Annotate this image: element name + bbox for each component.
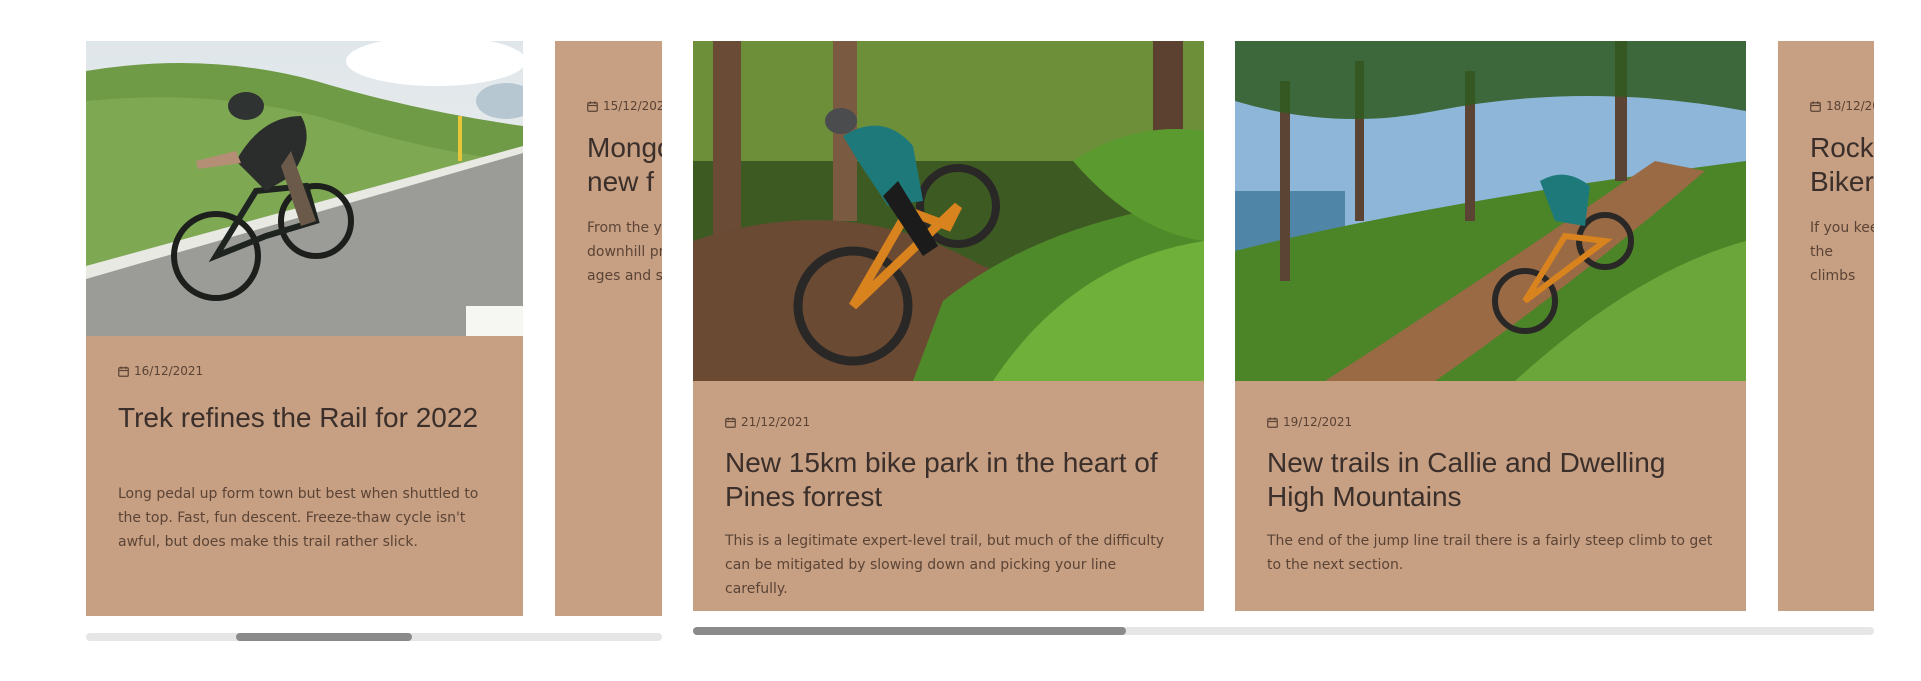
article-card[interactable]: 15/12/2021 Mongoose new f From the yo do… xyxy=(555,41,662,616)
article-card[interactable]: 21/12/2021 New 15km bike park in the hea… xyxy=(693,41,1204,611)
post-title[interactable]: Rocky Bikers xyxy=(1810,131,1874,199)
article-card[interactable]: 19/12/2021 New trails in Callie and Dwel… xyxy=(1235,41,1746,611)
post-date: 21/12/2021 xyxy=(725,415,810,429)
mountain-biker-coast-photo xyxy=(1235,41,1746,381)
post-title[interactable]: Trek refines the Rail for 2022 xyxy=(118,401,491,435)
carousel-left[interactable]: 16/12/2021 Trek refines the Rail for 202… xyxy=(86,41,662,641)
calendar-icon xyxy=(587,101,598,112)
calendar-icon xyxy=(1267,417,1278,428)
post-title[interactable]: New trails in Callie and Dwelling High M… xyxy=(1267,446,1714,514)
calendar-icon xyxy=(1810,101,1821,112)
carousel-right[interactable]: 21/12/2021 New 15km bike park in the hea… xyxy=(693,41,1874,641)
mountain-biker-ferns-photo xyxy=(693,41,1204,381)
post-excerpt: Long pedal up form town but best when sh… xyxy=(118,486,479,550)
scrollbar-thumb[interactable] xyxy=(693,627,1126,635)
article-card[interactable]: 18/12/20 Rocky Bikers If you kee the cli… xyxy=(1778,41,1874,611)
carousel-scrollbar[interactable] xyxy=(86,633,662,641)
road-cyclist-photo xyxy=(86,41,523,336)
article-card[interactable]: 16/12/2021 Trek refines the Rail for 202… xyxy=(86,41,523,616)
post-date: 19/12/2021 xyxy=(1267,415,1352,429)
carousel-scrollbar[interactable] xyxy=(693,627,1874,635)
post-excerpt: From the yo downhill pr ages and sk xyxy=(587,220,662,284)
scrollbar-thumb[interactable] xyxy=(236,633,412,641)
post-date: 18/12/20 xyxy=(1810,99,1874,113)
calendar-icon xyxy=(725,417,736,428)
post-title[interactable]: New 15km bike park in the heart of Pines… xyxy=(725,446,1172,514)
post-excerpt: If you kee the climbs xyxy=(1810,220,1874,284)
post-excerpt: This is a legitimate expert-level trail,… xyxy=(725,533,1164,597)
post-date: 15/12/2021 xyxy=(587,99,662,113)
post-excerpt: The end of the jump line trail there is … xyxy=(1267,533,1713,573)
calendar-icon xyxy=(118,366,129,377)
post-title[interactable]: Mongoose new f xyxy=(587,131,662,199)
post-date: 16/12/2021 xyxy=(118,364,203,378)
